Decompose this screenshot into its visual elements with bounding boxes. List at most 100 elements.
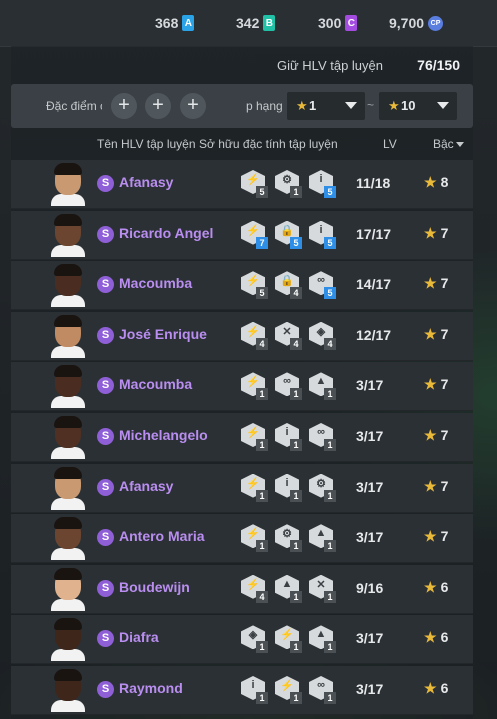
trait-level: 1 [324, 439, 336, 451]
table-row[interactable]: S Antero Maria ⚡ 1 ⚙ 1 ▲ 1 3/17 ★ 7 [11, 514, 473, 564]
coach-name: Afanasy [119, 477, 174, 494]
trait-level: 1 [256, 489, 268, 502]
chain-icon[interactable]: ∞ 5 [309, 271, 336, 300]
token-c-icon: C [345, 15, 358, 31]
lock-icon[interactable]: 🔒 4 [275, 271, 302, 300]
table-row[interactable]: S Macoumba ⚡ 5 🔒 4 ∞ 5 14/17 ★ 7 [11, 261, 473, 311]
rank-min-select[interactable]: ★ 1 [287, 92, 365, 120]
shield-icon[interactable]: ◈ 1 [241, 625, 268, 654]
coach-name: Ricardo Angel [119, 224, 214, 241]
table-row[interactable]: S Raymond i 1 ⚡ 1 ∞ 1 3/17 ★ 6 [11, 666, 473, 715]
coach-rank: ★ 7 [424, 528, 448, 545]
column-traits[interactable]: Sở hữu đặc tính tập luyện [199, 137, 338, 151]
coach-rank-value: 7 [440, 528, 449, 545]
trait-filter-label: Đặc điểm c [46, 99, 102, 113]
whistle-icon[interactable]: ⚡ 1 [275, 625, 302, 654]
coach-name: José Enrique [119, 325, 207, 342]
column-lv[interactable]: LV [383, 137, 397, 151]
whistle-icon[interactable]: ⚡ 4 [241, 321, 268, 350]
star-icon: ★ [424, 376, 437, 393]
special-badge-icon: S [97, 529, 114, 547]
table-row[interactable]: S Diafra ◈ 1 ⚡ 1 ▲ 1 3/17 ★ 6 [11, 615, 473, 665]
table-row[interactable]: S Afanasy ⚡ 1 i 1 ⚙ 1 3/17 ★ 7 [11, 463, 473, 513]
tactics-icon[interactable]: ⚙ 1 [309, 473, 336, 502]
whistle-icon[interactable]: ⚡ 1 [241, 372, 268, 401]
table-row[interactable]: S Macoumba ⚡ 1 ∞ 1 ▲ 1 3/17 ★ 7 [11, 362, 473, 412]
table-row[interactable]: S Ricardo Angel ⚡ 7 🔒 5 i 5 17/17 ★ 7 [11, 210, 473, 260]
rank-max-value: 10 [401, 98, 416, 113]
info-icon[interactable]: i1 [241, 676, 268, 704]
coach-name: Antero Maria [119, 528, 205, 545]
trait-level: 1 [324, 590, 336, 603]
info-icon[interactable]: i5 [309, 220, 336, 249]
coach-rank-value: 7 [440, 376, 449, 393]
trait-glyph: ⚡ [246, 477, 260, 490]
token-b-icon: B [263, 15, 276, 31]
cap-icon[interactable]: ▲ 1 [309, 625, 336, 654]
chain-icon[interactable]: ∞ 1 [309, 423, 336, 451]
chain-icon[interactable]: ∞ 1 [275, 372, 302, 401]
currency-cp-value: 9,700 [389, 15, 425, 31]
whistle-icon[interactable]: ⚡ 5 [241, 271, 268, 300]
whistle-icon[interactable]: ⚡ 7 [241, 220, 268, 249]
keep-coach-row: Giữ HLV tập luyện 76/150 [11, 54, 473, 78]
trait-level: 1 [256, 439, 268, 451]
trait-level: 4 [290, 337, 302, 350]
trait-glyph: ▲ [315, 375, 327, 388]
coach-level: 3/17 [356, 630, 384, 647]
trait-level: 1 [256, 641, 268, 654]
info-icon[interactable]: i1 [275, 473, 302, 502]
keep-coach-count: 76/150 [417, 57, 460, 73]
add-trait-filter-button-1[interactable]: + [111, 93, 137, 119]
star-icon: ★ [424, 528, 437, 545]
trait-level: 1 [324, 641, 336, 654]
trait-level: 5 [324, 236, 336, 249]
currency-c: 300 C [318, 15, 358, 31]
column-name[interactable]: Tên HLV tập luyện [97, 137, 196, 151]
whistle-icon[interactable]: ⚡ 1 [275, 676, 302, 704]
star-icon: ★ [424, 477, 437, 494]
info-icon[interactable]: i1 [275, 423, 302, 451]
coach-level: 3/17 [356, 681, 384, 697]
add-trait-filter-button-2[interactable]: + [145, 93, 171, 119]
coach-rank: ★ 8 [424, 174, 448, 191]
avatar [51, 213, 85, 257]
coach-rank: ★ 7 [424, 478, 448, 495]
trait-glyph: ▲ [315, 527, 327, 540]
cap-icon[interactable]: ▲ 1 [309, 524, 336, 553]
avatar [51, 466, 85, 510]
whistle-icon[interactable]: ⚡ 1 [241, 423, 268, 451]
star-icon: ★ [424, 275, 437, 292]
tactics-icon[interactable]: ⚙ 1 [275, 524, 302, 553]
coach-name: Macoumba [119, 275, 193, 292]
rank-max-select[interactable]: ★ 10 [379, 92, 457, 120]
chain-icon[interactable]: ∞ 1 [309, 676, 336, 704]
cross-icon[interactable]: ✕ 4 [275, 321, 302, 350]
cap-icon[interactable]: ▲ 1 [309, 372, 336, 401]
table-row[interactable]: S Afanasy ⚡ 5 ⚙ 1 i 5 11/18 ★ 8 [11, 160, 473, 209]
table-row[interactable]: S Michelangelo ⚡ 1 i 1 ∞ 1 3/17 ★ 7 [11, 413, 473, 462]
whistle-icon[interactable]: ⚡ 4 [241, 574, 268, 603]
coach-name: Macoumba [119, 376, 193, 393]
trait-glyph: 🔒 [280, 275, 294, 288]
lock-icon[interactable]: 🔒 5 [275, 220, 302, 249]
table-row[interactable]: S José Enrique ⚡ 4 ✕ 4 ◈ 4 12/17 ★ 7 [11, 311, 473, 361]
trait-level: 5 [324, 186, 336, 198]
add-trait-filter-button-3[interactable]: + [180, 93, 206, 119]
whistle-icon[interactable]: ⚡ 1 [241, 524, 268, 553]
whistle-icon[interactable]: ⚡ 5 [241, 170, 268, 198]
shield-icon[interactable]: ◈ 4 [309, 321, 336, 350]
cross-icon[interactable]: ✕ 1 [309, 574, 336, 603]
whistle-icon[interactable]: ⚡ 1 [241, 473, 268, 502]
table-row[interactable]: S Boudewijn ⚡ 4 ▲ 1 ✕ 1 9/16 ★ 6 [11, 564, 473, 614]
currency-a: 368 A [155, 15, 195, 31]
coach-level: 14/17 [356, 276, 392, 293]
coach-rank: ★ 7 [424, 275, 448, 292]
coach-rank-value: 7 [440, 224, 449, 241]
keep-coach-label: Giữ HLV tập luyện [276, 58, 383, 73]
tactics-icon[interactable]: ⚙ 1 [275, 170, 302, 198]
cap-icon[interactable]: ▲ 1 [275, 574, 302, 603]
info-icon[interactable]: i5 [309, 170, 336, 198]
trait-glyph: ⚙ [282, 528, 292, 541]
column-rank[interactable]: Bậc [433, 137, 464, 151]
